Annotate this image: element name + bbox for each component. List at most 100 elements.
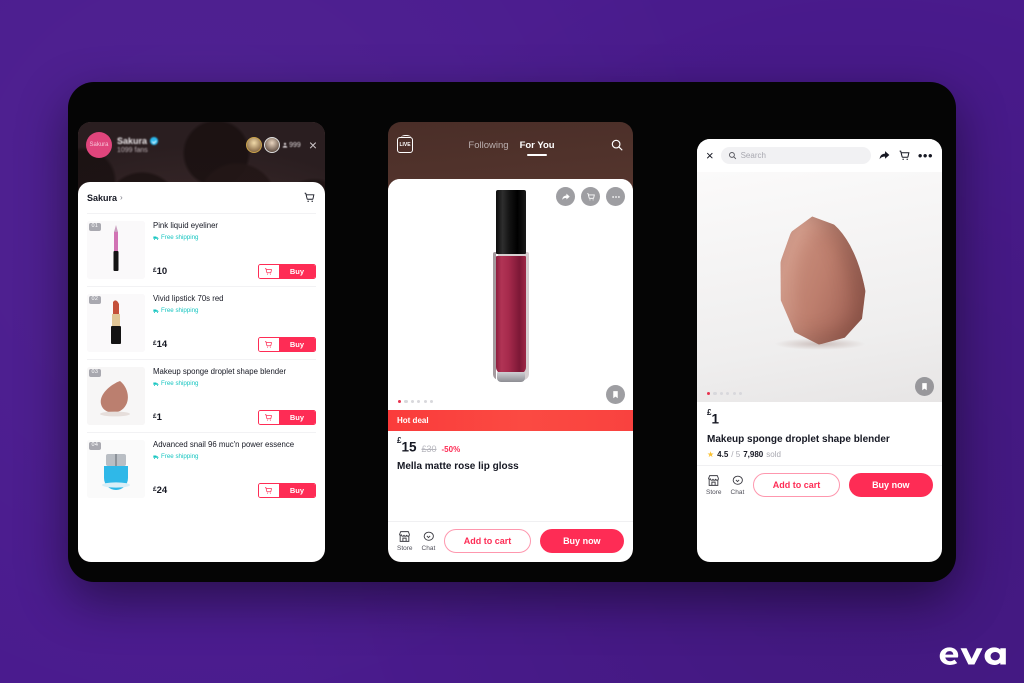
product-price: £24 <box>153 485 167 496</box>
price-value: 15 <box>401 439 417 455</box>
currency-symbol: £ <box>153 340 157 347</box>
carousel-dot-active[interactable] <box>398 399 402 403</box>
carousel-dot[interactable] <box>429 399 434 403</box>
carousel-dot[interactable] <box>410 399 414 403</box>
add-to-cart-icon[interactable] <box>258 411 279 424</box>
share-icon[interactable] <box>878 149 891 162</box>
store-label: Store <box>706 488 722 496</box>
product-title: Vivid lipstick 70s red <box>153 294 224 303</box>
cart-icon[interactable] <box>303 191 316 204</box>
person-icon <box>282 142 288 148</box>
buy-label[interactable]: Buy <box>278 265 315 278</box>
product-list-item[interactable]: 01 Pink liquid eyeliner Free shipping £1… <box>87 213 316 286</box>
price-value: 24 <box>156 485 168 496</box>
buy-now-button[interactable]: Buy now <box>539 529 624 553</box>
tab-for-you[interactable]: For You <box>520 140 555 156</box>
lipgloss-image <box>492 190 530 390</box>
buy-button[interactable]: Buy <box>257 483 316 498</box>
free-shipping-badge: Free shipping <box>153 453 316 460</box>
close-icon[interactable]: × <box>309 138 317 152</box>
bookmark-icon[interactable] <box>606 385 625 404</box>
lipgloss-base <box>496 372 525 382</box>
product-list-item[interactable]: 02 Vivid lipstick 70s red Free shipping <box>87 286 316 359</box>
search-icon[interactable] <box>610 138 624 152</box>
carousel-dot[interactable] <box>719 391 723 395</box>
carousel-dot-active[interactable] <box>707 391 711 395</box>
more-icon[interactable] <box>606 187 625 206</box>
product-info: Vivid lipstick 70s red Free shipping £14 <box>153 294 316 352</box>
free-shipping-label: Free shipping <box>161 234 199 242</box>
viewer-list[interactable]: 999 <box>246 137 301 153</box>
product-list-sheet: Sakura › 01 Pink liquid eyeliner Free sh… <box>78 182 325 562</box>
chevron-right-icon: › <box>120 193 123 202</box>
currency-symbol: £ <box>153 267 157 274</box>
feed-tabs: Following For You <box>421 140 602 156</box>
viewer-avatar <box>246 137 263 153</box>
share-icon[interactable] <box>556 187 575 206</box>
free-shipping-badge: Free shipping <box>153 234 316 241</box>
product-card: Hot deal £15 £30 -50% Mella matte rose l… <box>388 179 633 562</box>
phone-live-shopping: Sakura Sakura 1099 fans 999 × Sakura › 0… <box>78 122 325 562</box>
product-list-item[interactable]: 03 Makeup sponge droplet shape blender F… <box>87 359 316 432</box>
star-icon: ★ <box>707 449 715 459</box>
add-to-cart-icon[interactable] <box>258 265 279 278</box>
buy-button[interactable]: Buy <box>257 264 316 279</box>
product-price: £1 <box>707 408 932 427</box>
streamer-avatar[interactable]: Sakura <box>86 132 112 158</box>
cart-icon[interactable] <box>898 149 911 162</box>
chat-button[interactable]: Chat <box>421 530 436 552</box>
chat-button[interactable]: Chat <box>731 474 744 496</box>
buy-button[interactable]: Buy <box>257 337 316 352</box>
close-icon[interactable]: × <box>706 149 714 162</box>
product-list-item[interactable]: 04 Advanced snail 96 muc'n power essence… <box>87 432 316 505</box>
carousel-dot[interactable] <box>423 399 427 403</box>
free-shipping-badge: Free shipping <box>153 380 316 387</box>
more-icon[interactable]: ••• <box>918 149 933 162</box>
carousel-dot[interactable] <box>417 399 421 403</box>
add-to-cart-button[interactable]: Add to cart <box>444 529 531 553</box>
streamer-info[interactable]: Sakura 1099 fans <box>117 136 241 154</box>
search-placeholder: Search <box>740 151 766 160</box>
carousel-dot[interactable] <box>738 391 743 395</box>
product-title: Mella matte rose lip gloss <box>397 460 519 472</box>
search-input[interactable]: Search <box>720 147 871 164</box>
live-badge[interactable]: LIVE <box>397 135 413 153</box>
carousel-dot[interactable] <box>732 391 736 395</box>
chat-icon <box>423 531 434 541</box>
carousel-dot[interactable] <box>713 391 717 395</box>
store-button[interactable]: Store <box>706 474 722 496</box>
product-footer: £10 Buy <box>153 260 316 279</box>
store-button[interactable]: Store <box>397 530 413 552</box>
carousel-dot[interactable] <box>404 399 408 403</box>
product-details: £15 £30 -50% Mella matte rose lip gloss <box>388 431 633 479</box>
shop-link[interactable]: Sakura › <box>87 193 123 203</box>
streamer-name-row: Sakura <box>117 136 241 146</box>
add-to-cart-icon[interactable] <box>258 338 279 351</box>
tab-following[interactable]: Following <box>468 140 508 151</box>
original-price: £30 <box>421 443 437 454</box>
product-footer: £24 Buy <box>153 479 316 498</box>
phone-video-feed: LIVE Following For You Hot deal £15 £30 … <box>388 122 633 562</box>
add-to-cart-icon[interactable] <box>258 484 279 497</box>
chat-label: Chat <box>421 545 436 552</box>
product-title: Makeup sponge droplet shape blender <box>153 367 287 376</box>
viewer-count: 999 <box>282 142 301 149</box>
carousel-dots[interactable] <box>398 399 434 403</box>
buy-label[interactable]: Buy <box>278 484 315 497</box>
price-value: 1 <box>711 411 719 427</box>
buy-label[interactable]: Buy <box>278 338 315 351</box>
buy-button[interactable]: Buy <box>257 410 316 425</box>
chat-icon <box>732 475 743 485</box>
product-gallery <box>697 172 942 402</box>
truck-icon <box>153 309 159 313</box>
cart-icon[interactable] <box>581 187 600 206</box>
free-shipping-label: Free shipping <box>161 380 199 388</box>
buy-label[interactable]: Buy <box>278 411 315 424</box>
add-to-cart-button[interactable]: Add to cart <box>753 472 840 497</box>
bookmark-icon[interactable] <box>915 377 934 396</box>
buy-now-button[interactable]: Buy now <box>848 472 933 497</box>
carousel-dot[interactable] <box>726 391 730 395</box>
carousel-dots[interactable] <box>707 391 743 395</box>
truck-icon <box>153 455 159 459</box>
viewer-avatar <box>264 137 281 153</box>
